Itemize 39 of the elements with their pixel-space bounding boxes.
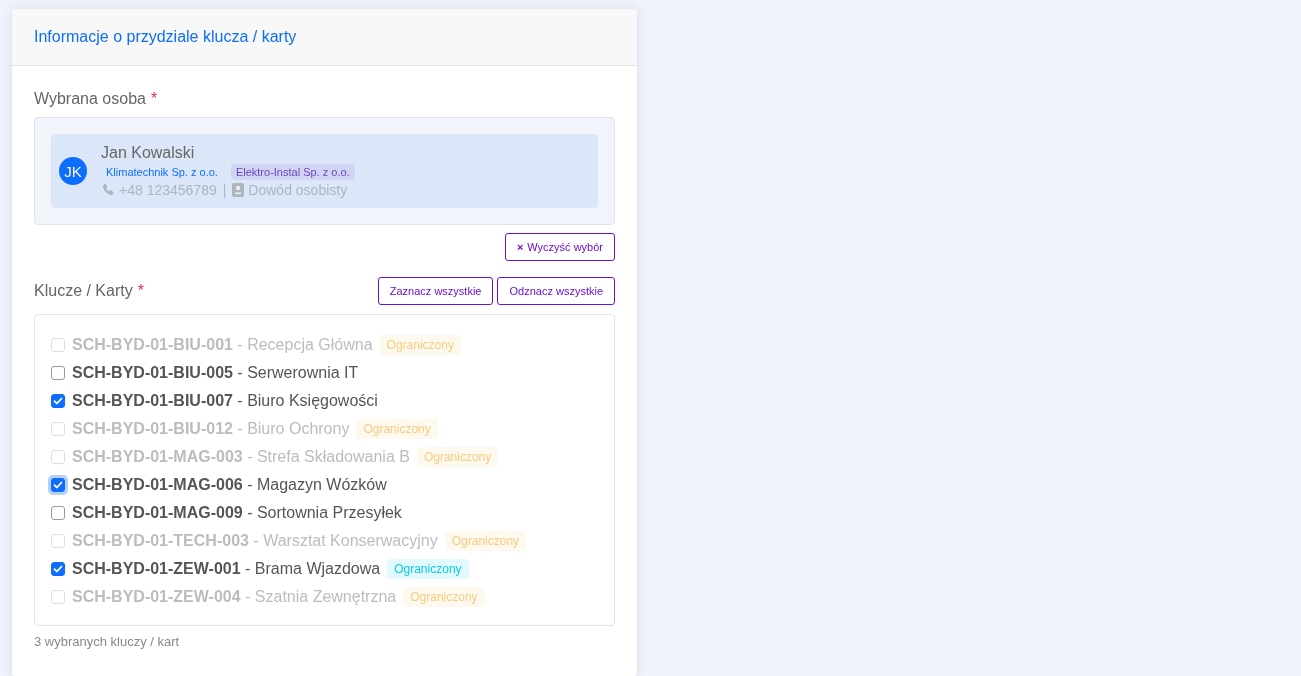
company-tag: Elektro-Instal Sp. z o.o. xyxy=(230,164,355,180)
key-label[interactable]: SCH-BYD-01-BIU-007 - Biuro Księgowości xyxy=(72,392,378,410)
key-label: SCH-BYD-01-ZEW-004 - Szatnia Zewnętrzna xyxy=(72,588,397,606)
selection-count: 3 wybranych kluczy / kart xyxy=(34,634,181,649)
checkbox[interactable] xyxy=(51,562,65,576)
key-label: SCH-BYD-01-TECH-003 - Warsztat Konserwacyjny xyxy=(72,532,438,550)
avatar: JK xyxy=(59,157,87,185)
document-type: Dowód osobisty xyxy=(248,182,348,198)
phone-icon xyxy=(101,183,115,197)
key-label[interactable]: SCH-BYD-01-BIU-005 - Serwerownia IT xyxy=(72,364,359,382)
key-label[interactable]: SCH-BYD-01-ZEW-001 - Brama Wjazdowa xyxy=(72,560,381,578)
key-label: SCH-BYD-01-MAG-003 - Strefa Składowania B xyxy=(72,448,410,466)
phone-number: +48 123456789 xyxy=(119,182,217,198)
status-badge: Ograniczony xyxy=(444,531,527,551)
clear-selection-button[interactable]: × Wyczyść wybór xyxy=(504,233,615,261)
status-badge: Ograniczony xyxy=(379,335,461,355)
status-badge: Ograniczony xyxy=(387,559,469,579)
status-badge: Ograniczony xyxy=(416,447,499,467)
status-badge: Ograniczony xyxy=(403,587,485,607)
separator: | xyxy=(222,182,227,198)
deselect-all-button[interactable]: Odznacz wszystkie xyxy=(497,277,615,305)
required-mark: * xyxy=(150,90,158,108)
checkbox[interactable] xyxy=(51,366,65,380)
checkbox[interactable] xyxy=(51,394,65,408)
id-card-icon xyxy=(232,183,245,197)
key-label: SCH-BYD-01-BIU-012 - Biuro Ochrony xyxy=(72,420,350,438)
company-tag: Klimatechnik Sp. z o.o. xyxy=(101,164,223,180)
field-label: Klucze / Karty xyxy=(34,282,133,300)
checkbox[interactable] xyxy=(51,506,65,520)
required-mark: * xyxy=(137,282,144,300)
key-label: SCH-BYD-01-BIU-001 - Recepcja Główna xyxy=(72,336,373,354)
person-name: Jan Kowalski xyxy=(101,144,196,162)
card-title: Informacje o przydziale klucza / karty xyxy=(34,28,297,46)
field-label: Wybrana osoba xyxy=(34,90,146,108)
key-label[interactable]: SCH-BYD-01-MAG-009 - Sortownia Przesyłek xyxy=(72,504,402,522)
status-badge: Ograniczony xyxy=(356,419,438,439)
select-all-button[interactable]: Zaznacz wszystkie xyxy=(377,277,494,305)
key-label[interactable]: SCH-BYD-01-MAG-006 - Magazyn Wózków xyxy=(72,476,387,494)
person-card[interactable]: JK Jan Kowalski Klimatechnik Sp. z o.o. Elektro-Instal Sp. z o.o. +48 123456789 | Dowód osobisty xyxy=(51,134,598,208)
